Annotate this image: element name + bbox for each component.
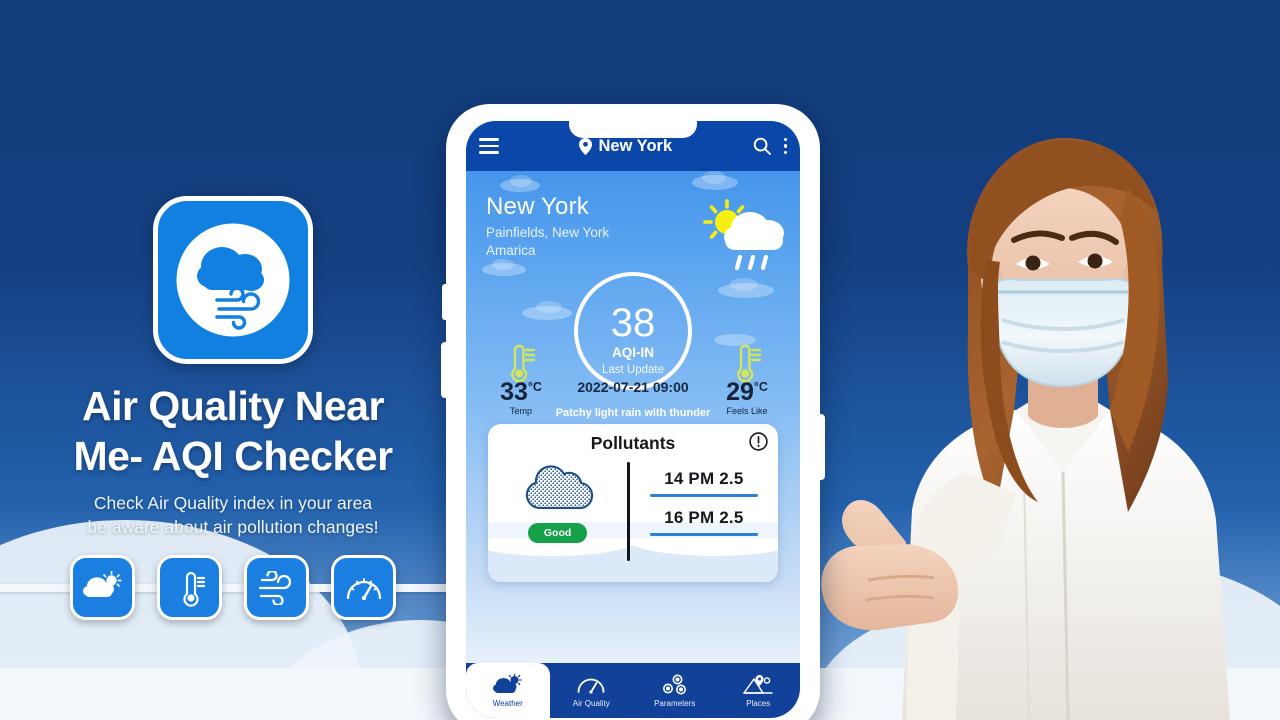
map-pin-icon (743, 674, 773, 694)
pupil-right (1087, 253, 1103, 269)
feature-button-temperature[interactable] (157, 555, 222, 620)
pupil-left (1025, 255, 1041, 271)
phone-mockup: New York New York Painfields, New York A… (441, 104, 825, 720)
phone-power-button[interactable] (817, 414, 825, 480)
feature-button-weather[interactable] (70, 555, 135, 620)
aqi-value: 38 (610, 301, 656, 345)
promo-title-line-2: Me- AQI Checker (73, 433, 393, 479)
avatar (821, 138, 1230, 720)
hero-cloud-3b (492, 259, 514, 270)
list-item[interactable]: 14 PM 2.5 (649, 469, 758, 497)
info-circle-icon[interactable] (749, 432, 768, 451)
status-badge: Good (527, 523, 588, 543)
dotted-cloud-icon (525, 465, 593, 510)
cloud-sun-icon (492, 673, 522, 693)
thermometer-icon (182, 571, 205, 607)
promo-panel: Air Quality Near Me- AQI Checker Check A… (0, 196, 553, 620)
nav-item-places[interactable]: Places (717, 663, 801, 718)
pollutant-value: 14 PM 2.5 (664, 469, 744, 488)
hero-cloud-4b (536, 301, 562, 313)
nav-item-air-quality[interactable]: Air Quality (550, 663, 634, 718)
last-update-label: Last Update (601, 364, 664, 376)
fist (821, 544, 959, 631)
hero-cloud-2b (702, 171, 726, 184)
list-item[interactable]: 16 PM 2.5 (649, 508, 758, 536)
feature-buttons-row (0, 555, 553, 620)
location-pin-icon (579, 137, 593, 155)
pollutant-value: 16 PM 2.5 (664, 508, 744, 527)
nav-label: Places (746, 698, 771, 708)
pollutants-list: 14 PM 2.5 16 PM 2.5 (630, 460, 778, 572)
pollutants-body: Good 14 PM 2.5 16 PM 2.5 (488, 454, 778, 572)
nav-item-weather[interactable]: Weather (466, 663, 550, 718)
phone-screen: New York New York Painfields, New York A… (466, 121, 800, 718)
phone-notch (569, 121, 697, 138)
pollutant-bar (649, 533, 758, 536)
app-icon (153, 196, 313, 364)
last-update-block: Last Update 2022-07-21 09:00 (466, 364, 800, 395)
app-bar-actions (753, 137, 787, 155)
weather-hero: New York Painfields, New York Amarica 38… (466, 171, 800, 663)
nav-label: Parameters (654, 698, 696, 708)
pollutants-title: Pollutants (590, 433, 676, 453)
pollutant-bar (649, 494, 758, 497)
feature-button-aqi-gauge[interactable] (331, 555, 396, 620)
hero-city-name: New York (486, 193, 589, 220)
promo-subtitle-line-2: be aware about air pollution changes! (87, 517, 379, 537)
app-bar-title-group: New York (499, 137, 753, 156)
sun-cloud-rain-icon (703, 199, 784, 271)
promo-subtitle-line-1: Check Air Quality index in your area (93, 493, 373, 513)
hero-weather-icon-wrap (692, 195, 788, 288)
wind-icon (258, 570, 291, 605)
promo-title-line-1: Air Quality Near (82, 383, 384, 429)
pollutants-status-group: Good (488, 460, 627, 572)
pollutants-card: Pollutants Good 14 PM 2.5 16 PM 2.5 (488, 424, 778, 582)
gauge-icon (577, 678, 605, 694)
cloud-wind-icon (173, 220, 293, 340)
phone-volume-button[interactable] (441, 342, 449, 398)
page-title: Air Quality Near Me- AQI Checker (73, 381, 393, 481)
hero-address-line-1: Painfields, New York (486, 225, 610, 240)
search-icon[interactable] (753, 137, 771, 155)
promo-subtitle: Check Air Quality index in your area be … (88, 491, 379, 539)
kebab-menu-icon[interactable] (783, 137, 787, 155)
parameters-dots-icon (662, 674, 686, 694)
location-block: New York Painfields, New York Amarica (486, 193, 609, 260)
phone-mute-button[interactable] (442, 284, 449, 320)
nav-item-parameters[interactable]: Parameters (633, 663, 717, 718)
hero-cloud-1b (510, 175, 532, 187)
cloud-sun-icon (82, 570, 121, 597)
aqi-label: AQI-IN (612, 345, 654, 360)
weather-condition-text: Patchy light rain with thunder (555, 407, 711, 419)
hero-address-line-2: Amarica (486, 243, 536, 258)
nav-label: Air Quality (572, 698, 610, 708)
feature-button-wind[interactable] (244, 555, 309, 620)
hamburger-icon[interactable] (479, 138, 499, 154)
gauge-icon (346, 577, 381, 600)
face-mask (995, 278, 1131, 388)
last-update-time: 2022-07-21 09:00 (577, 379, 689, 395)
nav-label: Weather (492, 698, 523, 708)
app-bar-title: New York (598, 136, 673, 155)
bottom-navigation: Weather Air Quality Parameters Places (466, 663, 800, 718)
